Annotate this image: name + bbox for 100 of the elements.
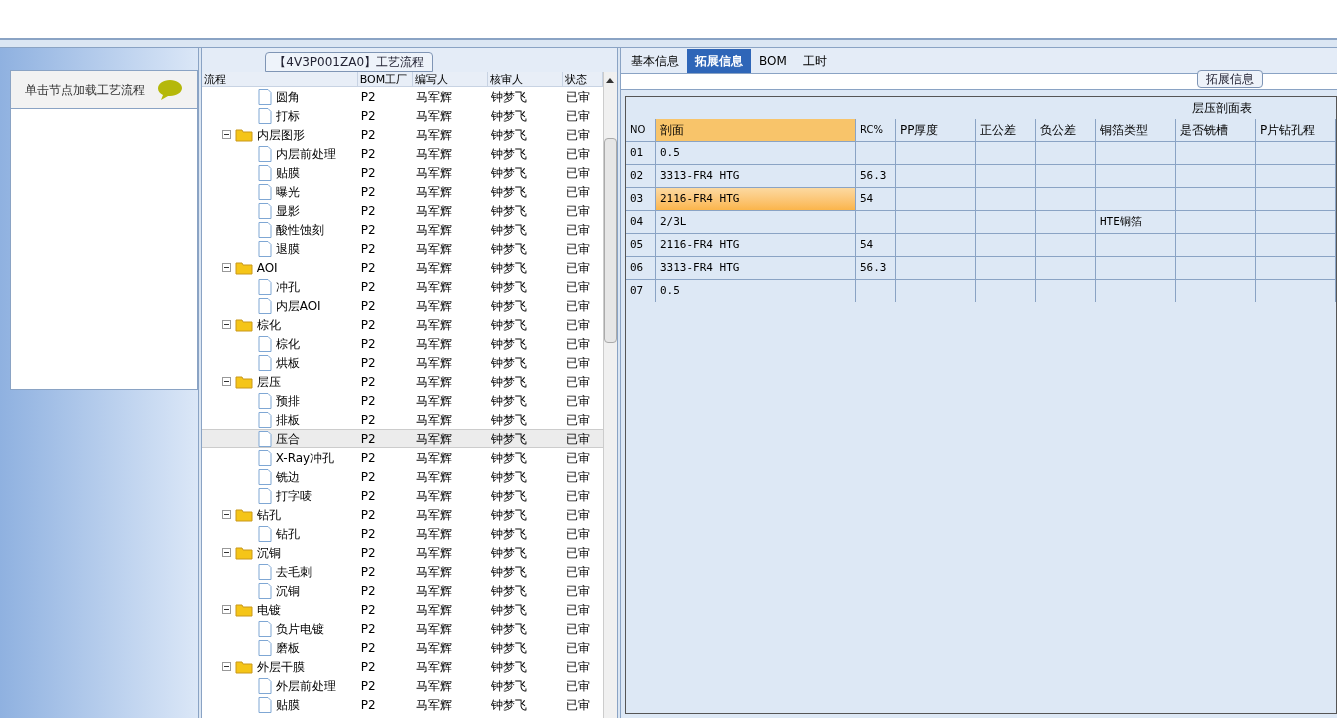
table-cell: 07 xyxy=(630,284,644,297)
tree-item[interactable]: 排板 xyxy=(275,410,300,429)
table-cell: 马军辉 xyxy=(415,583,452,598)
collapse-icon[interactable] xyxy=(221,130,231,139)
tab[interactable]: 工时 xyxy=(794,49,835,73)
tree-item[interactable]: 曝光 xyxy=(275,182,300,201)
table-cell: 已审 xyxy=(565,260,590,275)
table-cell: 马军辉 xyxy=(415,203,452,218)
table-cell: 已审 xyxy=(565,393,590,408)
group-title: 拓展信息 xyxy=(1197,70,1263,88)
table-cell: HTE铜箔 xyxy=(1100,215,1142,228)
table-cell: 马军辉 xyxy=(415,640,452,655)
table-cell: 钟梦飞 xyxy=(490,678,527,693)
tab[interactable]: 拓展信息 xyxy=(687,49,751,73)
table-cell: 马军辉 xyxy=(415,317,452,332)
table-cell: 钟梦飞 xyxy=(490,621,527,636)
table-cell: 已审 xyxy=(565,545,590,560)
table-cell: P2 xyxy=(360,393,376,408)
collapse-icon[interactable] xyxy=(221,548,231,557)
collapse-icon[interactable] xyxy=(221,605,231,614)
table-cell: 03 xyxy=(630,192,644,205)
table-cell: 已审 xyxy=(565,469,590,484)
table-cell: 钟梦飞 xyxy=(490,298,527,313)
table-cell: 钟梦飞 xyxy=(490,203,527,218)
tree-item[interactable]: 沉铜 xyxy=(256,543,281,562)
collapse-icon[interactable] xyxy=(221,263,231,272)
tree-item[interactable]: AOI xyxy=(256,258,278,277)
collapse-icon[interactable] xyxy=(221,377,231,386)
tree-item[interactable]: 显影 xyxy=(275,201,300,220)
tree-item[interactable]: 酸性蚀刻 xyxy=(275,220,324,239)
table-cell: P2 xyxy=(360,431,376,446)
hint-text: 单击节点加载工艺流程 xyxy=(25,81,145,99)
tree-item[interactable]: 钻孔 xyxy=(256,505,281,524)
tab[interactable]: 基本信息 xyxy=(623,49,687,73)
tree-item[interactable]: 棕化 xyxy=(256,315,281,334)
tree-item[interactable]: 冲孔 xyxy=(275,277,300,296)
table-cell: 已审 xyxy=(565,640,590,655)
column-header[interactable]: 核审人 xyxy=(487,72,563,86)
tree-item[interactable]: 电镀 xyxy=(256,600,281,619)
table-cell: 马军辉 xyxy=(415,260,452,275)
tab[interactable]: BOM xyxy=(751,49,795,73)
table-cell: 已审 xyxy=(565,165,590,180)
column-header[interactable]: 状态 xyxy=(562,72,603,86)
table-cell: 钟梦飞 xyxy=(490,545,527,560)
table-cell: 钟梦飞 xyxy=(490,507,527,522)
tree-item[interactable]: 退膜 xyxy=(275,239,300,258)
table-cell: 已审 xyxy=(565,488,590,503)
folder-icon xyxy=(234,127,253,142)
table-cell: 3313-FR4 HTG xyxy=(660,169,740,182)
tree-item[interactable]: 圆角 xyxy=(275,87,300,106)
tree-item[interactable]: 内层图形 xyxy=(256,125,305,144)
folder-icon xyxy=(234,602,253,617)
collapse-icon[interactable] xyxy=(221,510,231,519)
tree-item[interactable]: 烘板 xyxy=(275,353,300,372)
table-cell: P2 xyxy=(360,412,376,427)
tree-item[interactable]: 外层前处理 xyxy=(275,676,336,695)
collapse-icon[interactable] xyxy=(221,320,231,329)
tree-item[interactable]: 预排 xyxy=(275,391,300,410)
tree-item[interactable]: 沉铜 xyxy=(275,581,300,600)
tree-item[interactable]: X-Ray冲孔 xyxy=(275,448,335,467)
tree-item[interactable]: 贴膜 xyxy=(275,695,300,714)
document-icon xyxy=(257,411,272,428)
tree-item[interactable]: 内层AOI xyxy=(275,296,321,315)
table-cell: P2 xyxy=(360,146,376,161)
table-cell: 已审 xyxy=(565,222,590,237)
scroll-up-icon[interactable] xyxy=(605,76,616,84)
scrollbar-thumb[interactable] xyxy=(603,138,617,343)
table-cell: 钟梦飞 xyxy=(490,640,527,655)
table-cell: 马军辉 xyxy=(415,222,452,237)
table-cell: 已审 xyxy=(565,241,590,256)
tree-item[interactable]: 打标 xyxy=(275,106,300,125)
table-cell: 已审 xyxy=(565,412,590,427)
document-icon xyxy=(257,221,272,238)
tree-item[interactable]: 去毛刺 xyxy=(275,562,312,581)
tree-item[interactable]: 钻孔 xyxy=(275,524,300,543)
tree-item[interactable]: 棕化 xyxy=(275,334,300,353)
document-icon xyxy=(257,297,272,314)
table-cell: P2 xyxy=(360,526,376,541)
tree-item[interactable]: 磨板 xyxy=(275,638,300,657)
table-cell: 钟梦飞 xyxy=(490,526,527,541)
tree-item[interactable]: 外层干膜 xyxy=(256,657,305,676)
column-header[interactable]: BOM工厂 xyxy=(357,72,413,86)
column-header[interactable]: 流程 xyxy=(201,72,358,86)
column-header[interactable]: 编写人 xyxy=(412,72,488,86)
table-cell: 马军辉 xyxy=(415,545,452,560)
tree-item[interactable]: 铣边 xyxy=(275,467,300,486)
table-cell: 已审 xyxy=(565,621,590,636)
table-cell: 钟梦飞 xyxy=(490,469,527,484)
tree-item[interactable]: 打字唛 xyxy=(275,486,312,505)
column-header[interactable]: 剖面 xyxy=(656,119,856,141)
collapse-icon[interactable] xyxy=(221,662,231,671)
tree-item[interactable]: 负片电镀 xyxy=(275,619,324,638)
tree-item[interactable]: 压合 xyxy=(275,429,300,448)
table-cell: P2 xyxy=(360,640,376,655)
tree-item[interactable]: 层压 xyxy=(256,372,281,391)
tree-item[interactable]: 贴膜 xyxy=(275,163,300,182)
tree-item[interactable]: 内层前处理 xyxy=(275,144,336,163)
document-icon xyxy=(257,335,272,352)
table-cell: 马军辉 xyxy=(415,450,452,465)
table-cell: P2 xyxy=(360,127,376,142)
